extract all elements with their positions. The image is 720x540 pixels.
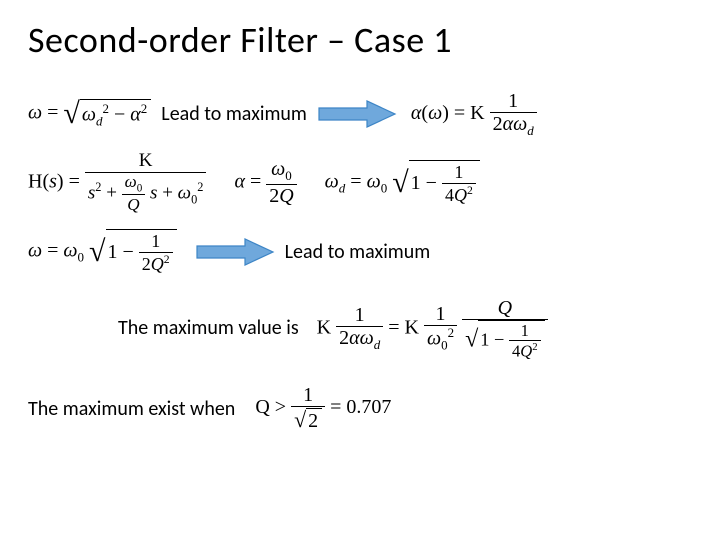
eq-max-value: K 12αωd = K 1ω02 Q √1 − 14Q2 bbox=[317, 297, 548, 361]
row-definitions: H(s) = K s2 + ω0Q s + ω02 α = ω0 2Q ωd =… bbox=[28, 151, 692, 215]
eq-omega-root: ω = √ωd2 − α2 bbox=[28, 97, 151, 131]
eq-Hs: H(s) = K s2 + ω0Q s + ω02 bbox=[28, 151, 206, 215]
eq-q-threshold: Q > 1√2 = 0.707 bbox=[255, 384, 391, 432]
label-max-exist-when: The maximum exist when bbox=[28, 397, 235, 421]
label-lead-to-max-1: Lead to maximum bbox=[161, 102, 307, 126]
row-max-exist: The maximum exist when Q > 1√2 = 0.707 bbox=[28, 384, 692, 432]
eq-alpha-def: α = ω0 2Q bbox=[234, 158, 296, 207]
row-omega-result: ω = ω0 √1 − 12Q2 Lead to maximum bbox=[28, 229, 692, 274]
eq-omega-result: ω = ω0 √1 − 12Q2 bbox=[28, 229, 177, 274]
eq-omega-d: ωd = ω0 √1 − 14Q2 bbox=[325, 160, 480, 205]
arrow-right-icon bbox=[317, 99, 397, 129]
arrow-right-icon bbox=[195, 237, 275, 267]
page-title: Second-order Filter – Case 1 bbox=[28, 18, 692, 62]
label-max-value-is: The maximum value is bbox=[118, 316, 299, 340]
label-lead-to-max-2: Lead to maximum bbox=[285, 240, 431, 264]
row-omega-root: ω = √ωd2 − α2 Lead to maximum α(ω) = K 1… bbox=[28, 90, 692, 139]
row-max-value: The maximum value is K 12αωd = K 1ω02 Q … bbox=[28, 297, 692, 361]
eq-alpha-omega: α(ω) = K 1 2αωd bbox=[411, 90, 537, 139]
